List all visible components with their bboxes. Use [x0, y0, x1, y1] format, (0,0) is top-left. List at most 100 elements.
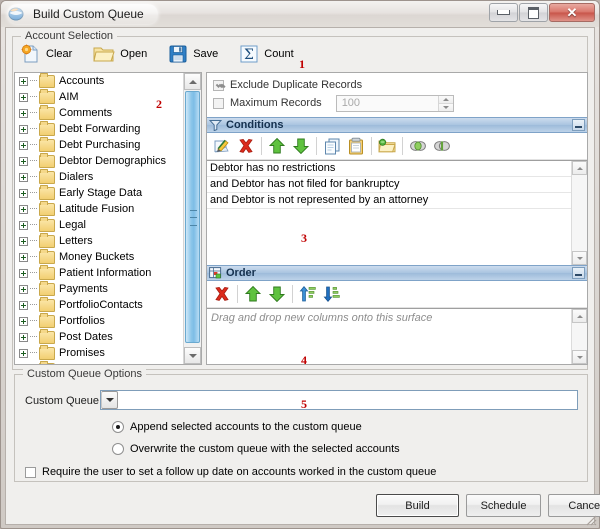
clear-button[interactable]: Clear — [14, 40, 78, 68]
tree-item[interactable]: Legal — [15, 216, 185, 233]
tree-scrollbar[interactable] — [183, 73, 201, 364]
conditions-scrollbar[interactable] — [571, 161, 587, 265]
conditions-collapse-button[interactable] — [572, 119, 585, 131]
count-button[interactable]: Σ Count — [232, 40, 299, 68]
expand-plus-icon[interactable] — [19, 236, 28, 246]
stepper-up-button[interactable] — [438, 95, 453, 103]
expand-plus-icon[interactable] — [19, 124, 28, 134]
expand-plus-icon[interactable] — [19, 252, 28, 262]
tree-item[interactable]: PortfolioContacts — [15, 296, 185, 313]
order-list[interactable]: Drag and drop new columns onto this surf… — [207, 308, 587, 364]
expand-plus-icon[interactable] — [19, 268, 28, 278]
delete-column-button[interactable] — [210, 283, 234, 305]
expand-plus-icon[interactable] — [19, 365, 28, 366]
tree-item[interactable]: Early Stage Data — [15, 184, 185, 201]
sort-descending-button[interactable] — [320, 283, 344, 305]
ungroup-conditions-button[interactable] — [430, 135, 454, 157]
tree-item[interactable]: Promises — [15, 344, 185, 361]
overwrite-radio-row[interactable]: Overwrite the custom queue with the sele… — [112, 443, 400, 455]
condition-row[interactable]: and Debtor has not filed for bankruptcy — [207, 177, 587, 193]
follow-up-checkbox[interactable] — [25, 466, 36, 478]
maximum-records-checkbox[interactable] — [213, 97, 224, 109]
overwrite-radio[interactable] — [112, 443, 124, 455]
open-button[interactable]: Open — [86, 40, 153, 68]
expand-plus-icon[interactable] — [19, 188, 28, 198]
tree-scroll-up-button[interactable] — [184, 73, 201, 90]
group-conditions-button[interactable] — [406, 135, 430, 157]
delete-condition-button[interactable] — [234, 135, 258, 157]
tree-item[interactable]: Latitude Fusion — [15, 200, 185, 217]
schedule-label: Schedule — [480, 499, 527, 512]
order-scrollbar[interactable] — [571, 309, 587, 364]
sort-ascending-button[interactable] — [296, 283, 320, 305]
conditions-list[interactable]: Debtor has no restrictions and Debtor has… — [207, 160, 587, 265]
stepper-down-button[interactable] — [438, 102, 453, 111]
conditions-scroll-up-button[interactable] — [572, 161, 587, 175]
expand-plus-icon[interactable] — [19, 76, 28, 86]
tree-item[interactable]: Debt Forwarding — [15, 120, 185, 137]
expand-plus-icon[interactable] — [19, 108, 28, 118]
expand-plus-icon[interactable] — [19, 284, 28, 294]
save-button[interactable]: Save — [161, 40, 224, 68]
custom-queue-dropdown-button[interactable] — [101, 391, 118, 409]
custom-queue-combobox[interactable] — [100, 390, 578, 410]
tree-item[interactable]: Portfolios — [15, 312, 185, 329]
order-scroll-down-button[interactable] — [572, 350, 587, 364]
tree-item[interactable]: Money Buckets — [15, 248, 185, 265]
tree-connector — [30, 352, 37, 354]
append-radio[interactable] — [112, 421, 124, 433]
move-column-down-button[interactable] — [265, 283, 289, 305]
open-conditions-button[interactable] — [375, 135, 399, 157]
build-button[interactable]: Build — [376, 494, 459, 517]
expand-plus-icon[interactable] — [19, 156, 28, 166]
follow-up-row[interactable]: Require the user to set a follow up date… — [25, 466, 436, 478]
expand-plus-icon[interactable] — [19, 348, 28, 358]
tree-item[interactable]: Accounts — [15, 73, 185, 89]
edit-condition-button[interactable] — [210, 135, 234, 157]
exclude-duplicates-row[interactable]: Exclude Duplicate Records — [213, 77, 587, 93]
close-button[interactable]: ✕ — [549, 3, 595, 22]
expand-plus-icon[interactable] — [19, 220, 28, 230]
paste-condition-button[interactable] — [344, 135, 368, 157]
move-condition-down-button[interactable] — [289, 135, 313, 157]
condition-row[interactable]: and Debtor is not represented by an atto… — [207, 193, 587, 209]
move-column-up-button[interactable] — [241, 283, 265, 305]
tree-item[interactable]: Payments — [15, 280, 185, 297]
resize-grip[interactable] — [583, 512, 597, 526]
condition-row[interactable]: Debtor has no restrictions — [207, 161, 587, 177]
move-condition-up-button[interactable] — [265, 135, 289, 157]
tree-item[interactable]: Post Dates — [15, 328, 185, 345]
conditions-scroll-down-button[interactable] — [572, 251, 587, 265]
order-scroll-up-button[interactable] — [572, 309, 587, 323]
conditions-panel-header[interactable]: Conditions — [207, 117, 587, 133]
expand-plus-icon[interactable] — [19, 332, 28, 342]
tree-item[interactable]: Patient Information — [15, 264, 185, 281]
expand-plus-icon[interactable] — [19, 140, 28, 150]
maximize-button[interactable] — [519, 3, 548, 22]
tree-item[interactable]: Debt Purchasing — [15, 136, 185, 153]
exclude-duplicates-checkbox[interactable] — [213, 79, 224, 91]
copy-condition-button[interactable] — [320, 135, 344, 157]
maximum-records-input[interactable]: 100 — [335, 94, 454, 112]
expand-plus-icon[interactable] — [19, 92, 28, 102]
maximum-records-row[interactable]: Maximum Records 100 — [213, 93, 587, 113]
expand-plus-icon[interactable] — [19, 204, 28, 214]
tree-item-label: Restrictions — [59, 363, 116, 364]
order-panel-header[interactable]: Order — [207, 265, 587, 281]
minimize-button[interactable] — [489, 3, 518, 22]
tree-item[interactable]: Dialers — [15, 168, 185, 185]
append-radio-row[interactable]: Append selected accounts to the custom q… — [112, 421, 362, 433]
expand-plus-icon[interactable] — [19, 300, 28, 310]
account-tree[interactable]: Accounts AIM Comments Debt Forwarding Debt P… — [14, 72, 202, 365]
maximum-records-stepper[interactable] — [437, 95, 453, 111]
tree-scroll-down-button[interactable] — [184, 347, 201, 364]
order-collapse-button[interactable] — [572, 267, 585, 279]
tree-item[interactable]: Restrictions — [15, 360, 185, 366]
tree-scroll-thumb[interactable] — [185, 91, 200, 343]
edit-pencil-icon — [214, 139, 229, 153]
tree-item[interactable]: Debtor Demographics — [15, 152, 185, 169]
expand-plus-icon[interactable] — [19, 172, 28, 182]
expand-plus-icon[interactable] — [19, 316, 28, 326]
tree-item[interactable]: Letters — [15, 232, 185, 249]
schedule-button[interactable]: Schedule — [466, 494, 541, 517]
